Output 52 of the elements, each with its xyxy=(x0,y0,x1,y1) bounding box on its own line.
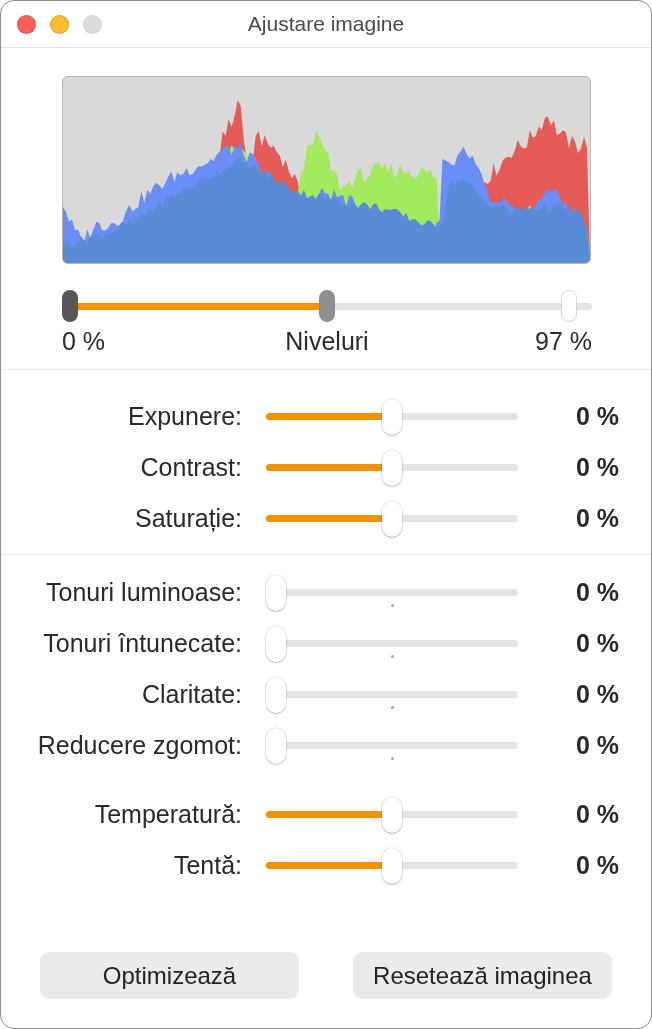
slider-label: Temperatură: xyxy=(93,798,242,830)
center-dot-icon xyxy=(390,705,394,709)
slider-label: Tentă: xyxy=(172,849,242,881)
slider-thumb[interactable] xyxy=(382,500,402,537)
center-dot-icon xyxy=(390,603,394,607)
slider-value: 0 % xyxy=(574,849,620,881)
slider[interactable] xyxy=(266,500,518,537)
slider-value: 0 % xyxy=(574,400,620,432)
center-dot-icon xyxy=(390,756,394,760)
slider-label: Claritate: xyxy=(140,678,242,710)
slider-thumb[interactable] xyxy=(266,727,286,764)
slider-thumb[interactable] xyxy=(382,449,402,486)
center-dot-icon xyxy=(390,654,394,658)
minimize-button[interactable] xyxy=(50,14,69,34)
slider[interactable] xyxy=(266,847,518,884)
slider[interactable] xyxy=(266,796,518,833)
levels-min-value: 0 % xyxy=(62,326,107,356)
close-button[interactable] xyxy=(17,14,36,34)
slider-thumb[interactable] xyxy=(266,574,286,611)
slider-value: 0 % xyxy=(574,678,620,710)
slider[interactable] xyxy=(266,625,518,662)
slider[interactable] xyxy=(266,727,518,764)
slider-value: 0 % xyxy=(574,576,620,608)
window-title: Ajustare imagine xyxy=(247,11,405,37)
slider-value: 0 % xyxy=(574,729,620,761)
slider-value: 0 % xyxy=(574,502,620,534)
slider-label: Contrast: xyxy=(139,451,242,483)
slider-label: Tonuri întunecate: xyxy=(42,627,242,659)
slider[interactable] xyxy=(266,574,518,611)
levels-max-value: 97 % xyxy=(534,326,592,356)
slider-value: 0 % xyxy=(574,451,620,483)
slider[interactable] xyxy=(266,398,518,435)
slider-label: Saturație: xyxy=(134,502,242,534)
levels-label: Niveluri xyxy=(285,326,369,356)
slider-thumb[interactable] xyxy=(382,796,402,833)
high-point-handle[interactable] xyxy=(560,290,577,322)
optimize-button[interactable]: Optimizează xyxy=(40,952,299,999)
slider-thumb[interactable] xyxy=(266,676,286,713)
slider-label: Expunere: xyxy=(127,400,242,432)
slider-value: 0 % xyxy=(574,627,620,659)
levels-slider[interactable] xyxy=(62,290,592,322)
slider-label: Reducere zgomot: xyxy=(36,729,242,761)
slider[interactable] xyxy=(266,676,518,713)
slider[interactable] xyxy=(266,449,518,486)
slider-thumb[interactable] xyxy=(382,398,402,435)
reset-image-button[interactable]: Resetează imaginea xyxy=(353,952,612,999)
slider-thumb[interactable] xyxy=(266,625,286,662)
slider-thumb[interactable] xyxy=(382,847,402,884)
low-point-handle[interactable] xyxy=(62,290,78,322)
slider-value: 0 % xyxy=(574,798,620,830)
slider-label: Tonuri luminoase: xyxy=(45,576,242,608)
mid-point-handle[interactable] xyxy=(319,290,335,322)
